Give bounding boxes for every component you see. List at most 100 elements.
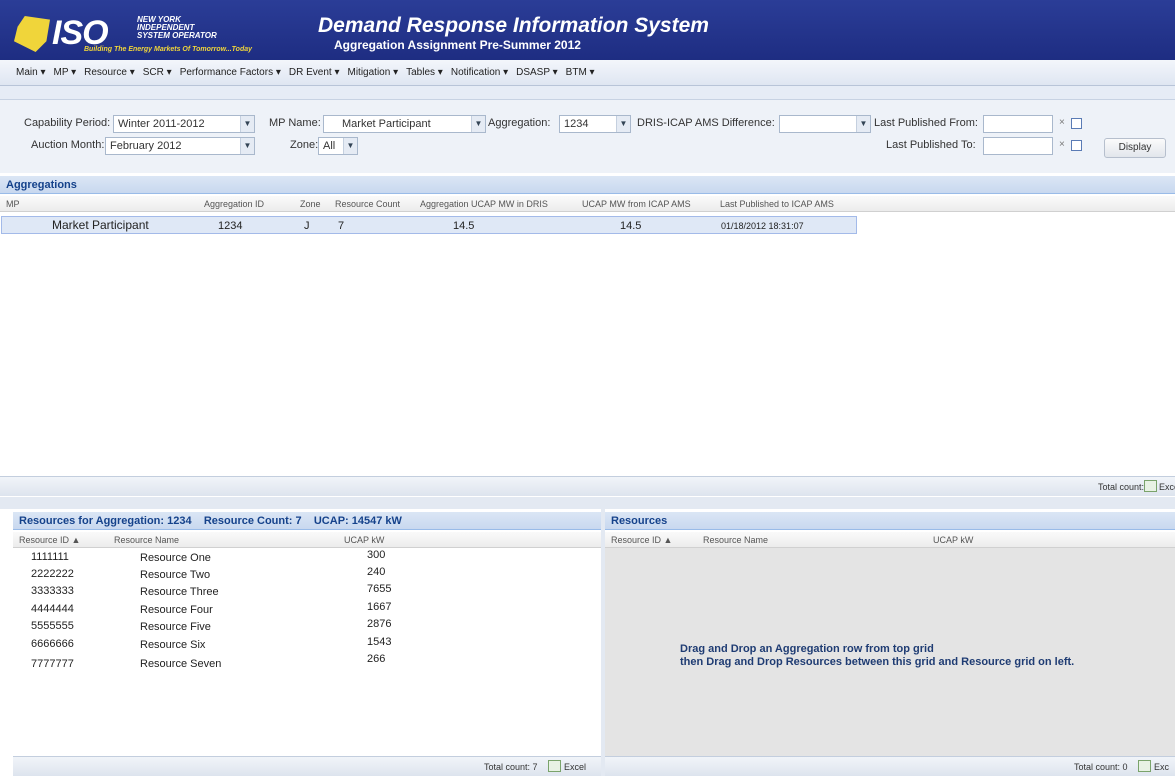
zone-value: All: [323, 140, 336, 152]
menu-btm-label: BTM: [565, 67, 587, 78]
table-row[interactable]: 5555555 Resource Five 2876: [13, 617, 601, 634]
col-ucap-kw[interactable]: UCAP kW: [933, 535, 973, 545]
menu-mp-label: MP: [53, 67, 69, 78]
calendar-icon[interactable]: [1071, 140, 1082, 151]
clear-icon[interactable]: ×: [1059, 139, 1065, 150]
aggregations-panel-title: Aggregations: [0, 176, 1175, 194]
chevron-down-icon[interactable]: ▼: [471, 116, 485, 132]
menu-scr-label: SCR: [142, 67, 164, 78]
table-row[interactable]: 6666666 Resource Six 1543: [13, 635, 601, 652]
excel-label[interactable]: Excel: [564, 762, 586, 772]
auction-month-label: Auction Month:: [31, 139, 105, 151]
chevron-down-icon[interactable]: ▼: [240, 138, 254, 154]
menu-btm[interactable]: BTM ▾: [566, 67, 595, 78]
zone-label: Zone:: [290, 139, 319, 151]
capability-period-select[interactable]: Winter 2011-2012 ▼: [113, 115, 255, 133]
menu-tables[interactable]: Tables ▾: [406, 67, 443, 78]
table-row[interactable]: 3333333 Resource Three 7655: [13, 582, 601, 599]
resources-for-aggregation-grid: 1111111 Resource One 300 2222222 Resourc…: [13, 548, 601, 756]
col-ucap-icap-ams[interactable]: UCAP MW from ICAP AMS: [582, 199, 691, 209]
excel-icon[interactable]: [1138, 760, 1151, 772]
col-aggregation-ucap-dris[interactable]: Aggregation UCAP MW in DRIS: [420, 199, 548, 209]
col-last-published[interactable]: Last Published to ICAP AMS: [720, 199, 834, 209]
aggregations-column-header: MP Aggregation ID Zone Resource Count Ag…: [0, 196, 1175, 212]
chevron-down-icon[interactable]: ▼: [343, 138, 357, 154]
cell-ucap: 300: [367, 549, 386, 561]
total-count: Total count: 7: [484, 762, 538, 772]
chevron-down-icon[interactable]: ▼: [616, 116, 630, 132]
cell-ucap-dris: 14.5: [453, 220, 475, 232]
col-resource-id[interactable]: Resource ID ▲: [19, 535, 80, 545]
drag-hint-line1: Drag and Drop an Aggregation row from to…: [680, 643, 934, 655]
col-mp[interactable]: MP: [6, 199, 20, 209]
cell-resource-name: Resource Two: [140, 569, 211, 581]
menu-main[interactable]: Main ▾: [16, 67, 46, 78]
auction-month-value: February 2012: [110, 140, 182, 152]
resources-footer: Total count: 0 Exc: [605, 756, 1175, 776]
col-zone[interactable]: Zone: [300, 199, 321, 209]
cell-resource-id: 6666666: [31, 638, 74, 650]
cell-resource-id: 3333333: [31, 585, 74, 597]
table-row[interactable]: 4444444 Resource Four 1667: [13, 600, 601, 617]
resources-panel-title: Resources: [605, 512, 1175, 530]
logo-org: NEW YORK INDEPENDENT SYSTEM OPERATOR: [137, 15, 217, 40]
excel-label[interactable]: Exc: [1154, 762, 1169, 772]
cell-ucap-ams: 14.5: [620, 220, 642, 232]
table-row[interactable]: 7777777 Resource Seven 266: [13, 652, 601, 670]
aggregation-select[interactable]: 1234 ▼: [559, 115, 631, 133]
table-row[interactable]: Market Participant 1234 J 7 14.5 14.5 01…: [1, 216, 857, 234]
col-aggregation-id[interactable]: Aggregation ID: [204, 199, 264, 209]
col-resource-name[interactable]: Resource Name: [703, 535, 768, 545]
excel-icon[interactable]: [1144, 480, 1157, 492]
menu-performance-factors-label: Performance Factors: [179, 67, 274, 78]
mp-name-value: Market Participant: [342, 118, 431, 130]
chevron-down-icon[interactable]: ▼: [240, 116, 254, 132]
menu-performance-factors[interactable]: Performance Factors ▾: [180, 67, 281, 78]
menu-dr-event-label: DR Event: [288, 67, 332, 78]
menu-mitigation[interactable]: Mitigation ▾: [348, 67, 399, 78]
menu-strip: [0, 86, 1175, 100]
cell-ucap: 1667: [367, 601, 392, 613]
capability-period-label: Capability Period:: [24, 117, 111, 129]
last-published-from-input[interactable]: [983, 115, 1053, 133]
col-resource-name[interactable]: Resource Name: [114, 535, 179, 545]
cell-resource-name: Resource Seven: [140, 658, 222, 670]
cell-resource-name: Resource Four: [140, 604, 213, 616]
col-resource-count[interactable]: Resource Count: [335, 199, 400, 209]
clear-icon[interactable]: ×: [1059, 117, 1065, 128]
menu-mp[interactable]: MP ▾: [54, 67, 77, 78]
menu-dsasp[interactable]: DSASP ▾: [516, 67, 558, 78]
calendar-icon[interactable]: [1071, 118, 1082, 129]
aggregations-grid-body: Market Participant 1234 J 7 14.5 14.5 01…: [0, 212, 1175, 476]
new-york-state-icon: [14, 16, 50, 52]
menu-resource[interactable]: Resource ▾: [84, 67, 135, 78]
cell-resource-id: 1111111: [31, 551, 69, 563]
mp-name-select[interactable]: Market Participant ▼: [323, 115, 486, 133]
excel-label[interactable]: Excel: [1159, 482, 1175, 492]
cell-resource-name: Resource Three: [140, 586, 219, 598]
resource-count: Resource Count: 7: [203, 515, 302, 527]
excel-icon[interactable]: [548, 760, 561, 772]
difference-select[interactable]: ▼: [779, 115, 871, 133]
display-button[interactable]: Display: [1104, 138, 1166, 158]
menu-dr-event[interactable]: DR Event ▾: [289, 67, 340, 78]
menu-scr[interactable]: SCR ▾: [143, 67, 172, 78]
resources-for-aggregation-title: Resources for Aggregation: 1234 Resource…: [13, 512, 601, 530]
zone-select[interactable]: All ▼: [318, 137, 358, 155]
col-ucap-kw[interactable]: UCAP kW: [344, 535, 384, 545]
menu-notification[interactable]: Notification ▾: [451, 67, 508, 78]
col-resource-id[interactable]: Resource ID ▲: [611, 535, 672, 545]
splitter[interactable]: [0, 497, 1175, 509]
auction-month-select[interactable]: February 2012 ▼: [105, 137, 255, 155]
last-published-to-input[interactable]: [983, 137, 1053, 155]
menu-dsasp-label: DSASP: [516, 67, 550, 78]
chevron-down-icon[interactable]: ▼: [856, 116, 870, 132]
table-row[interactable]: 2222222 Resource Two 240: [13, 565, 601, 582]
main-menu: Main ▾ MP ▾ Resource ▾ SCR ▾ Performance…: [0, 60, 1175, 86]
cell-resource-name: Resource Six: [140, 639, 206, 651]
menu-resource-label: Resource: [84, 67, 127, 78]
cell-zone: J: [304, 220, 310, 232]
table-row[interactable]: 1111111 Resource One 300: [13, 548, 601, 565]
aggregations-footer: Total count: 1 Excel: [0, 476, 1175, 496]
cell-ucap: 266: [367, 653, 386, 665]
